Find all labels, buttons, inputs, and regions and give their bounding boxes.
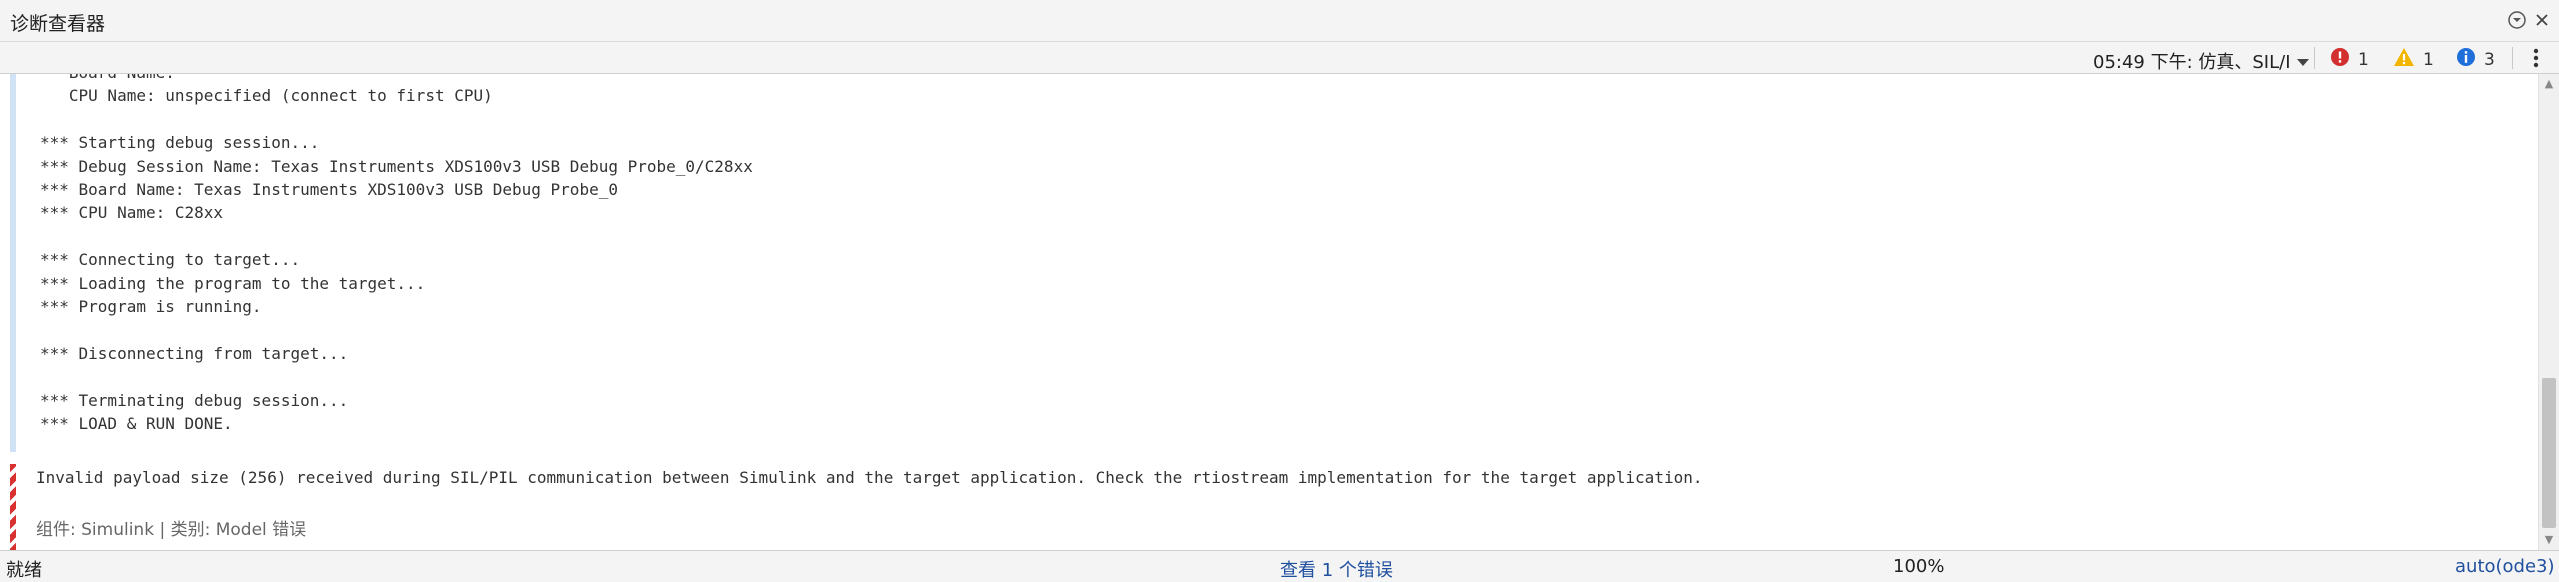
info-filter-button[interactable]: 3 bbox=[2456, 47, 2495, 72]
scrollbar-thumb[interactable] bbox=[2542, 378, 2556, 528]
diagnostics-pane: Board Name: CPU Name: unspecified (conne… bbox=[0, 74, 2538, 550]
info-icon bbox=[2456, 47, 2476, 72]
chevron-down-icon bbox=[2296, 51, 2309, 72]
warning-filter-button[interactable]: 1 bbox=[2393, 47, 2434, 72]
close-icon[interactable] bbox=[2530, 8, 2554, 32]
solver-link[interactable]: auto(ode3) bbox=[2455, 556, 2555, 577]
time-filter-label: 05:49 下午: 仿真、SIL/I bbox=[2093, 52, 2291, 73]
toolbar-divider bbox=[2512, 47, 2513, 69]
toolbar-divider bbox=[2314, 47, 2315, 69]
time-filter-dropdown[interactable]: 05:49 下午: 仿真、SIL/I bbox=[2093, 48, 2309, 74]
window-title: 诊断查看器 bbox=[10, 13, 106, 35]
error-stripe bbox=[10, 464, 16, 550]
error-icon bbox=[2330, 47, 2350, 72]
scroll-down-icon[interactable]: ▼ bbox=[2539, 530, 2559, 548]
chevron-down-circle-icon[interactable] bbox=[2505, 8, 2529, 32]
toolbar: 05:49 下午: 仿真、SIL/I 1 1 3 bbox=[0, 42, 2559, 74]
title-bar: 诊断查看器 bbox=[0, 0, 2559, 42]
more-vertical-icon[interactable] bbox=[2524, 46, 2548, 70]
info-log-block: Board Name: CPU Name: unspecified (conne… bbox=[10, 74, 2536, 452]
error-count: 1 bbox=[2358, 49, 2369, 70]
status-ready: 就绪 bbox=[6, 560, 42, 581]
error-meta: 组件: Simulink | 类别: Model 错误 bbox=[36, 520, 307, 540]
scroll-up-icon[interactable]: ▲ bbox=[2539, 74, 2559, 92]
error-filter-button[interactable]: 1 bbox=[2330, 47, 2369, 72]
view-errors-link[interactable]: 查看 1 个错误 bbox=[1280, 556, 1393, 582]
zoom-level: 100% bbox=[1893, 556, 1945, 577]
vertical-scrollbar[interactable]: ▲ ▼ bbox=[2538, 74, 2559, 550]
warning-count: 1 bbox=[2423, 49, 2434, 70]
warning-icon bbox=[2393, 47, 2415, 72]
log-text: Board Name: CPU Name: unspecified (conne… bbox=[40, 74, 753, 434]
status-bar: 就绪 查看 1 个错误 100% auto(ode3) bbox=[0, 550, 2559, 582]
error-message: Invalid payload size (256) received duri… bbox=[36, 468, 1703, 487]
info-count: 3 bbox=[2484, 49, 2495, 70]
